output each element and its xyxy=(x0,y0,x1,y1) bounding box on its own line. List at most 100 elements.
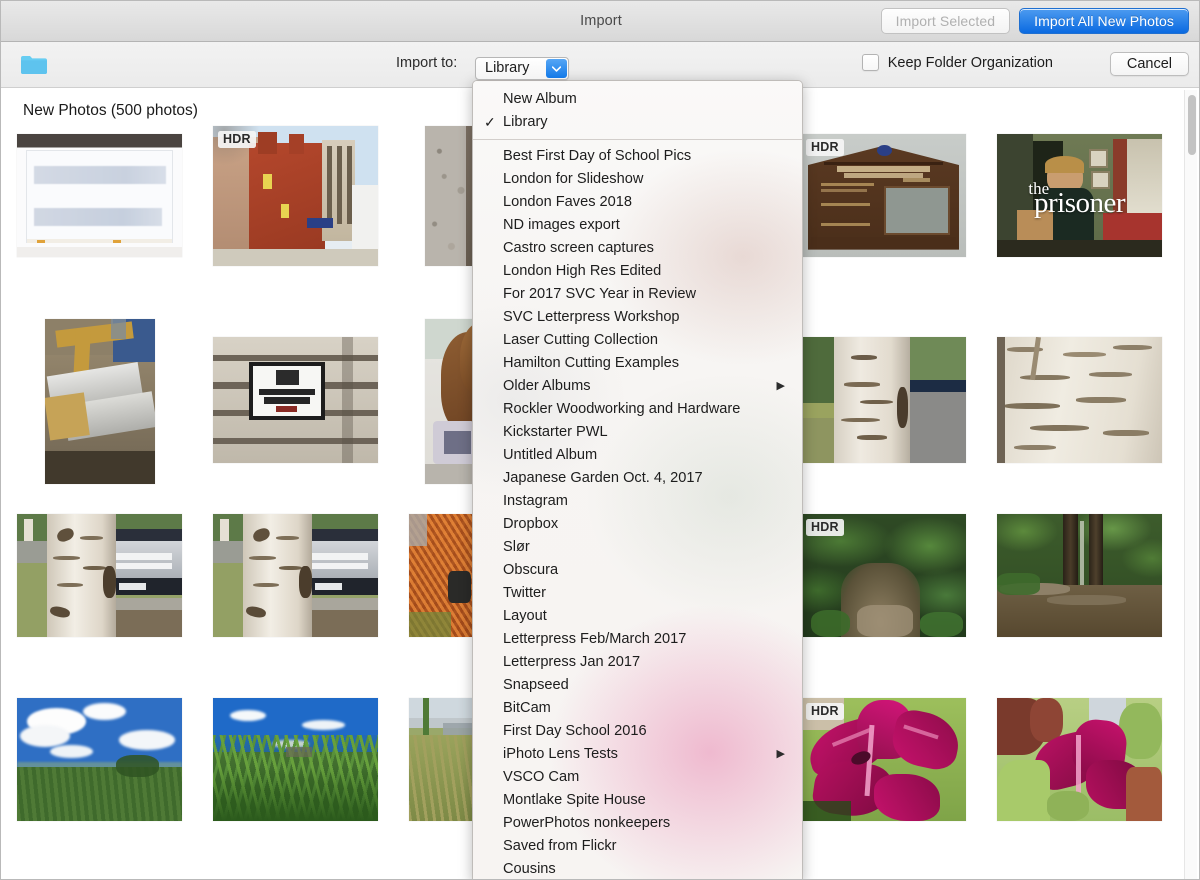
photo-thumbnail[interactable]: HDR xyxy=(801,698,966,821)
import-to-popup-button[interactable]: Library xyxy=(475,57,569,80)
photo-thumbnail[interactable] xyxy=(801,337,966,463)
menu-item[interactable]: ND images export xyxy=(473,214,802,237)
photo-thumbnail-cell[interactable] xyxy=(17,698,182,821)
menu-item-label: ND images export xyxy=(503,217,620,233)
menu-item-label: BitCam xyxy=(503,700,551,716)
menu-item[interactable]: Laser Cutting Collection xyxy=(473,329,802,352)
menu-item[interactable]: Layout xyxy=(473,605,802,628)
menu-item[interactable]: Untitled Album xyxy=(473,444,802,467)
menu-item[interactable]: SVC Letterpress Workshop xyxy=(473,306,802,329)
import-selected-button[interactable]: Import Selected xyxy=(880,8,1011,34)
menu-item[interactable]: BitCam xyxy=(473,697,802,720)
photo-thumbnail[interactable] xyxy=(17,134,182,257)
photo-thumbnail-cell[interactable]: HDR xyxy=(801,698,966,821)
photo-thumbnail-cell[interactable]: HDR xyxy=(801,134,966,257)
photo-thumbnail-cell[interactable] xyxy=(213,337,378,463)
menu-item-label: Twitter xyxy=(503,585,546,601)
photo-thumbnail[interactable] xyxy=(997,698,1162,821)
photo-thumbnail-cell[interactable]: HDR xyxy=(213,126,378,266)
photo-thumbnail[interactable] xyxy=(409,514,479,637)
photo-thumbnail[interactable] xyxy=(997,337,1162,463)
photo-thumbnail-cell[interactable] xyxy=(801,337,966,463)
menu-item[interactable]: Twitter xyxy=(473,582,802,605)
menu-item-label: Kickstarter PWL xyxy=(503,424,608,440)
photo-thumbnail[interactable] xyxy=(17,514,182,637)
menu-item[interactable]: First Day School 2016 xyxy=(473,720,802,743)
vertical-scrollbar[interactable] xyxy=(1184,90,1197,879)
photo-thumbnail[interactable] xyxy=(409,698,479,821)
photo-thumbnail-cell[interactable] xyxy=(409,698,479,821)
photo-thumbnail-cell[interactable]: the prisoner xyxy=(997,134,1162,257)
import-to-label: Import to: xyxy=(396,55,458,71)
scrollbar-thumb[interactable] xyxy=(1188,95,1196,155)
menu-item-label: PowerPhotos nonkeepers xyxy=(503,815,671,831)
photo-thumbnail[interactable] xyxy=(997,514,1162,637)
menu-item-label: Letterpress Feb/March 2017 xyxy=(503,631,687,647)
menu-item-label: Saved from Flickr xyxy=(503,838,617,854)
chevron-down-icon[interactable] xyxy=(546,59,567,78)
menu-item[interactable]: Older Albums ▶ xyxy=(473,375,802,398)
cancel-button[interactable]: Cancel xyxy=(1109,52,1189,76)
photo-thumbnail[interactable] xyxy=(213,337,378,463)
menu-item-label: New Album xyxy=(503,91,577,107)
photo-thumbnail-cell[interactable] xyxy=(213,698,378,821)
menu-item[interactable]: Kickstarter PWL xyxy=(473,421,802,444)
keep-folder-organization-row[interactable]: Keep Folder Organization xyxy=(861,54,1053,71)
photo-thumbnail-cell[interactable] xyxy=(17,514,182,637)
menu-item[interactable]: Saved from Flickr xyxy=(473,835,802,858)
photo-thumbnail[interactable]: HDR xyxy=(801,514,966,637)
menu-item[interactable]: Rockler Woodworking and Hardware xyxy=(473,398,802,421)
menu-item[interactable]: VSCO Cam xyxy=(473,766,802,789)
menu-item-label: Hamilton Cutting Examples xyxy=(503,355,680,371)
menu-item[interactable]: London High Res Edited xyxy=(473,260,802,283)
photo-thumbnail[interactable] xyxy=(45,319,155,484)
menu-item-label: SVC Letterpress Workshop xyxy=(503,309,680,325)
photo-thumbnail-cell[interactable] xyxy=(45,319,155,484)
hdr-badge: HDR xyxy=(806,519,844,536)
menu-item[interactable]: Instagram xyxy=(473,490,802,513)
menu-item-label: Obscura xyxy=(503,562,559,578)
photo-thumbnail[interactable]: HDR xyxy=(213,126,378,266)
menu-item[interactable]: Letterpress Jan 2017 xyxy=(473,651,802,674)
menu-item[interactable]: Hamilton Cutting Examples xyxy=(473,352,802,375)
menu-item[interactable]: Japanese Garden Oct. 4, 2017 xyxy=(473,467,802,490)
menu-item[interactable]: Letterpress Feb/March 2017 xyxy=(473,628,802,651)
menu-item[interactable]: iPhoto Lens Tests ▶ xyxy=(473,743,802,766)
import-to-dropdown-menu[interactable]: New Album ✓ Library Best First Day of Schoo… xyxy=(472,80,803,879)
menu-item-label: Layout xyxy=(503,608,547,624)
menu-item-label: Montlake Spite House xyxy=(503,792,646,808)
import-dialog: Import Import Selected Import All New Ph… xyxy=(0,0,1200,880)
import-all-new-photos-button[interactable]: Import All New Photos xyxy=(1019,8,1189,34)
menu-item-label: Dropbox xyxy=(503,516,559,532)
photo-thumbnail-cell[interactable] xyxy=(409,514,479,637)
menu-item[interactable]: Slør xyxy=(473,536,802,559)
menu-item-label: Untitled Album xyxy=(503,447,598,463)
keep-folder-organization-checkbox[interactable] xyxy=(861,54,879,71)
photo-thumbnail[interactable] xyxy=(213,514,378,637)
menu-item[interactable]: Snapseed xyxy=(473,674,802,697)
menu-item[interactable]: Obscura xyxy=(473,559,802,582)
menu-item[interactable]: Best First Day of School Pics xyxy=(473,145,802,168)
menu-item[interactable]: London for Slideshow xyxy=(473,168,802,191)
photo-thumbnail[interactable]: HDR xyxy=(801,134,966,257)
menu-item-label: Best First Day of School Pics xyxy=(503,148,692,164)
menu-item[interactable]: Montlake Spite House xyxy=(473,789,802,812)
menu-item[interactable]: Castro screen captures xyxy=(473,237,802,260)
photo-thumbnail-cell[interactable] xyxy=(17,134,182,257)
menu-item[interactable]: For 2017 SVC Year in Review xyxy=(473,283,802,306)
photo-thumbnail[interactable] xyxy=(17,698,182,821)
menu-item[interactable]: PowerPhotos nonkeepers xyxy=(473,812,802,835)
photo-thumbnail-cell[interactable] xyxy=(213,514,378,637)
menu-item[interactable]: London Faves 2018 xyxy=(473,191,802,214)
photo-thumbnail-cell[interactable] xyxy=(997,698,1162,821)
photo-thumbnail[interactable]: the prisoner xyxy=(997,134,1162,257)
menu-item[interactable]: Cousins xyxy=(473,858,802,879)
photo-thumbnail[interactable] xyxy=(213,698,378,821)
menu-item[interactable]: Dropbox xyxy=(473,513,802,536)
menu-item[interactable]: ✓ Library xyxy=(473,111,802,134)
photo-thumbnail-cell[interactable] xyxy=(997,514,1162,637)
photo-thumbnail-cell[interactable]: HDR xyxy=(801,514,966,637)
menu-item-label: London High Res Edited xyxy=(503,263,662,279)
menu-item[interactable]: New Album xyxy=(473,88,802,111)
photo-thumbnail-cell[interactable] xyxy=(997,337,1162,463)
